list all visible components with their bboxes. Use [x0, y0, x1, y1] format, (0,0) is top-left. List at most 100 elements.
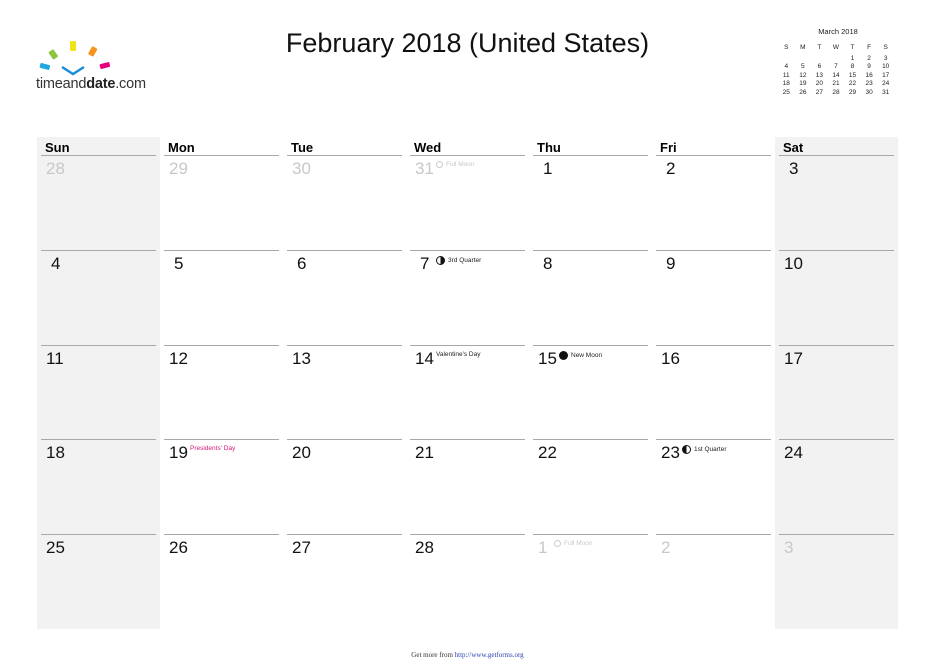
mini-day: 22 [848, 80, 857, 88]
day-cell[interactable]: 21 [406, 439, 529, 534]
day-cell[interactable]: 2 [652, 155, 775, 250]
event-label: 3rd Quarter [448, 257, 482, 264]
day-number: 23 [661, 443, 680, 462]
mini-weekday-row: SMTWTFS [778, 41, 894, 54]
mini-day: 3 [883, 54, 888, 62]
day-cell[interactable]: 10 [775, 250, 898, 345]
day-cell[interactable]: 29 [160, 155, 283, 250]
day-number: 2 [661, 538, 671, 557]
day-cell[interactable]: 27 [283, 534, 406, 629]
footer-link[interactable]: http://www.getforms.org [455, 651, 524, 659]
day-cell[interactable]: 8 [529, 250, 652, 345]
cell-divider [656, 439, 771, 440]
mini-day: 20 [815, 80, 824, 88]
day-number: 18 [46, 443, 65, 462]
day-number: 20 [292, 443, 311, 462]
mini-day: 27 [815, 88, 824, 96]
day-cell[interactable]: 26 [160, 534, 283, 629]
day-cell[interactable]: 1 Full Moon [529, 534, 652, 629]
mini-day: 31 [882, 88, 890, 96]
day-cell[interactable]: 3 [775, 534, 898, 629]
day-cell[interactable]: 24 [775, 439, 898, 534]
day-cell[interactable]: 4 [37, 250, 160, 345]
cell-divider [533, 345, 648, 346]
moon-phase-event: Full Moon [436, 161, 475, 168]
weekday-header-mon: Mon [168, 140, 195, 155]
day-cell[interactable]: 31 Full Moon [406, 155, 529, 250]
day-cell[interactable]: 9 [652, 250, 775, 345]
day-cell[interactable]: 3 [775, 155, 898, 250]
day-cell[interactable]: 15 New Moon [529, 345, 652, 440]
day-cell[interactable]: 12 [160, 345, 283, 440]
event-label: Full Moon [564, 540, 593, 547]
event-label: Valentine's Day [436, 351, 481, 358]
moon-phase-event: Full Moon [554, 540, 593, 547]
mini-day: 30 [865, 88, 873, 96]
cell-divider [779, 345, 894, 346]
day-cell[interactable]: 14 Valentine's Day [406, 345, 529, 440]
footer: Get more from http://www.getforms.org [0, 651, 935, 659]
day-cell[interactable]: 2 [652, 534, 775, 629]
mini-day: 9 [867, 63, 871, 71]
mini-day: 5 [801, 63, 805, 71]
day-cell[interactable]: 16 [652, 345, 775, 440]
day-cell[interactable]: 30 [283, 155, 406, 250]
cell-divider [656, 534, 771, 535]
mini-weekday: S [883, 44, 888, 51]
event-label: Full Moon [446, 161, 475, 168]
day-cell[interactable]: 20 [283, 439, 406, 534]
mini-day: 4 [784, 63, 789, 71]
cell-divider [287, 439, 402, 440]
weekday-header-thu: Thu [537, 140, 561, 155]
day-cell[interactable]: 1 [529, 155, 652, 250]
day-number: 29 [169, 159, 188, 178]
moon-phase-event: 1st Quarter [682, 445, 727, 454]
day-cell[interactable]: 28 [406, 534, 529, 629]
cell-divider [779, 439, 894, 440]
mini-weekday: M [800, 44, 806, 51]
day-cell[interactable]: 13 [283, 345, 406, 440]
day-number: 26 [169, 538, 188, 557]
cell-divider [410, 534, 525, 535]
day-cell[interactable]: 17 [775, 345, 898, 440]
mini-week-row: 1 2 3 [778, 54, 894, 63]
day-cell[interactable]: 7 3rd Quarter [406, 250, 529, 345]
cell-divider [41, 250, 156, 251]
day-number: 14 [415, 349, 434, 368]
day-number: 8 [543, 254, 553, 273]
mini-week-row: 18 19 20 21 22 23 24 [778, 80, 894, 89]
day-number: 28 [46, 159, 65, 178]
day-number: 28 [415, 538, 434, 557]
mini-day: 12 [799, 71, 807, 79]
day-cell[interactable]: 28 [37, 155, 160, 250]
day-number: 10 [784, 254, 803, 273]
day-cell[interactable]: 11 [37, 345, 160, 440]
cell-divider [164, 345, 279, 346]
cell-divider [41, 534, 156, 535]
day-cell[interactable]: 19 Presidents' Day [160, 439, 283, 534]
cell-divider [779, 250, 894, 251]
first-moon-icon [682, 445, 691, 454]
cell-divider [533, 155, 648, 156]
day-number: 4 [51, 254, 61, 273]
mini-day: 19 [799, 80, 807, 88]
day-number: 6 [297, 254, 307, 273]
event-label: 1st Quarter [694, 446, 727, 453]
month-grid: Sun Mon Tue Wed Thu Fri Sat 28 29 30 31 Full Moon 1 2… [37, 137, 898, 629]
day-number: 9 [666, 254, 676, 273]
event-label: New Moon [571, 352, 603, 359]
day-cell[interactable]: 23 1st Quarter [652, 439, 775, 534]
mini-calendar-table: S M T W T F S 1 2 3 4 5 6 7 8 9 10 11 12 13 14 15 16 17 18 19 20 21… [778, 41, 894, 97]
day-number: 31 [415, 159, 434, 178]
day-cell[interactable]: 22 [529, 439, 652, 534]
day-cell[interactable]: 5 [160, 250, 283, 345]
mini-day: 8 [850, 63, 855, 71]
day-cell[interactable]: 6 [283, 250, 406, 345]
day-cell[interactable]: 18 [37, 439, 160, 534]
day-number: 16 [661, 349, 680, 368]
day-number: 3 [789, 159, 799, 178]
day-number: 24 [784, 443, 803, 462]
day-cell[interactable]: 25 [37, 534, 160, 629]
mini-day: 24 [882, 80, 890, 88]
mini-weekday: T [850, 44, 855, 51]
